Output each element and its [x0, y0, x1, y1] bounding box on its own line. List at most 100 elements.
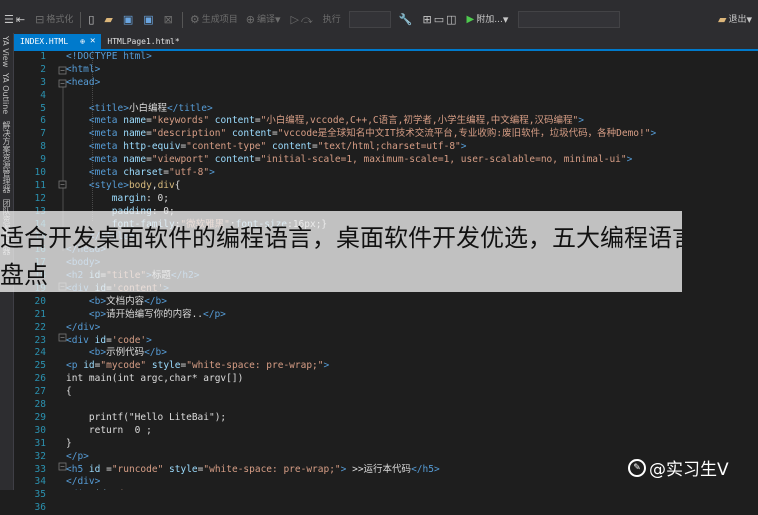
configuration-select[interactable]: [348, 11, 391, 28]
line-number: 2: [40, 63, 46, 75]
step-over-icon: ⤼: [301, 12, 313, 26]
code-line[interactable]: <style>body,div{: [66, 180, 758, 193]
run-button[interactable]: 执行: [319, 10, 345, 30]
run-label: 执行: [322, 14, 341, 25]
line-number: 30: [34, 424, 46, 436]
tools-button[interactable]: 🔧: [395, 10, 419, 30]
table-icon: ⊞: [422, 12, 432, 26]
code-line[interactable]: <html>: [66, 64, 758, 77]
split-icon: ◫: [446, 12, 457, 26]
code-line[interactable]: <p id="mycode" style="white-space: pre-w…: [66, 360, 758, 373]
code-line[interactable]: <b>示例代码</b>: [66, 347, 758, 360]
line-number: 31: [34, 437, 46, 449]
code-line[interactable]: margin: 0;: [66, 193, 758, 206]
code-line[interactable]: [66, 90, 758, 103]
new-file-button[interactable]: ▯: [84, 10, 100, 30]
watermark-logo-icon: ✎: [628, 458, 646, 477]
exit-button[interactable]: ▰ 退出 ▾: [714, 10, 758, 30]
attach-label: 附加...: [476, 14, 503, 25]
code-line[interactable]: {: [66, 386, 758, 399]
tab-htmlpage1[interactable]: HTMLPage1.html*: [101, 34, 185, 49]
line-number: 7: [40, 128, 46, 140]
line-number: 20: [34, 295, 46, 307]
chevron-down-icon: ▾: [502, 12, 509, 26]
line-number: 34: [34, 476, 46, 488]
code-line[interactable]: <meta http-equiv="content-type" content=…: [66, 141, 758, 154]
code-line[interactable]: return 0 ;: [66, 425, 758, 438]
window-icon: ▭: [433, 12, 445, 26]
save-all-icon: ▣: [143, 12, 154, 26]
chevron-down-icon: ▾: [275, 12, 281, 26]
line-number: 32: [34, 450, 46, 462]
line-number: 4: [40, 89, 46, 101]
line-number: 1: [40, 51, 46, 62]
compile-button[interactable]: ⊕ 编译 ▾: [242, 10, 287, 30]
line-number: 21: [34, 308, 46, 320]
document-tabs: INDEX.HTML ⊕ ✕ HTMLPage1.html*: [14, 33, 758, 49]
line-number: 33: [34, 463, 46, 475]
line-number: 36: [34, 502, 46, 514]
close-icon[interactable]: ✕: [90, 34, 95, 49]
side-tab-ya-outline[interactable]: YA Outline: [0, 70, 11, 117]
attach-button[interactable]: ▶ 附加... ▾: [463, 10, 515, 30]
code-line[interactable]: <meta name="description" content="vccode…: [66, 128, 758, 141]
article-title-banner: 适合开发桌面软件的编程语言，桌面软件开发优选，五大编程语言 盘点: [0, 211, 682, 292]
toolbar-extra-buttons[interactable]: ▷ ⤼: [287, 10, 319, 30]
code-line[interactable]: <p>请开始编写你的内容..</p>: [66, 309, 758, 322]
code-line[interactable]: int main(int argc,char* argv[]): [66, 373, 758, 386]
code-line[interactable]: <title>小白编程</title>: [66, 103, 758, 116]
line-number: 12: [34, 192, 46, 204]
code-line[interactable]: <head>: [66, 77, 758, 90]
target-select[interactable]: [518, 11, 621, 28]
code-line[interactable]: printf("Hello LiteBai");: [66, 412, 758, 425]
wrench-icon: 🔧: [398, 12, 413, 26]
save-button[interactable]: ▣: [119, 10, 139, 30]
code-line[interactable]: <!DOCTYPE html>: [66, 51, 758, 64]
line-number: 9: [40, 154, 46, 166]
save-all-button[interactable]: ▣: [139, 10, 159, 30]
play-icon: ▶: [466, 13, 475, 25]
compile-label: 编译: [257, 14, 276, 25]
build-label: 生成项目: [201, 14, 238, 25]
line-number: 3: [40, 76, 46, 88]
code-line[interactable]: <div id='code'>: [66, 335, 758, 348]
code-line[interactable]: </div>: [66, 322, 758, 335]
layout-buttons[interactable]: ⊞ ▭ ◫: [419, 10, 463, 30]
build-project-button[interactable]: ⚙ 生成项目: [186, 10, 242, 30]
code-line[interactable]: }: [66, 438, 758, 451]
pin-icon[interactable]: ⊕: [80, 34, 85, 49]
code-line[interactable]: <meta name="viewport" content="initial-s…: [66, 154, 758, 167]
toolbar: ☰ ⇤ ⊟ 格式化 ▯ ▰ ▣ ▣ ⊠ ⚙ 生成项目 ⊕ 编译 ▾ ▷ ⤼ 执行 🔧 ⊞ ▭ ◫…: [0, 6, 758, 33]
code-line[interactable]: <b>文档内容</b>: [66, 296, 758, 309]
toolbar-separator: [80, 11, 82, 28]
line-number: 28: [34, 399, 46, 411]
close-doc-button[interactable]: ⊠: [160, 10, 179, 30]
line-number: 23: [34, 334, 46, 346]
line-number: 24: [34, 347, 46, 359]
tab-index-html[interactable]: INDEX.HTML ⊕ ✕: [14, 34, 102, 49]
open-folder-button[interactable]: ▰: [100, 10, 118, 30]
watermark-text: @实习生V: [649, 460, 729, 480]
format-icon: ⊟: [35, 12, 45, 26]
exit-icon: ▰: [717, 12, 727, 26]
banner-title-line-2: 盘点: [0, 261, 48, 289]
side-tab-ya-view[interactable]: YA View: [0, 33, 11, 70]
line-number: 26: [34, 373, 46, 385]
list-icon: ☰: [4, 12, 14, 26]
close-icon: ⊠: [163, 12, 173, 26]
code-line[interactable]: <meta charset="utf-8">: [66, 167, 758, 180]
tab-label: HTMLPage1.html*: [107, 37, 180, 46]
gear-icon: ⚙: [189, 12, 200, 26]
chevron-down-icon: ▾: [746, 12, 752, 26]
folder-icon: ▰: [104, 12, 113, 26]
exit-label: 退出: [728, 14, 747, 25]
banner-title-line-1: 适合开发桌面软件的编程语言，桌面软件开发优选，五大编程语言: [0, 224, 682, 252]
side-tab-solution-explorer[interactable]: 解决方案资源管理器: [0, 118, 13, 196]
code-line[interactable]: <meta name="keywords" content="小白编程,vcco…: [66, 115, 758, 128]
toolbar-icon-group-1[interactable]: ☰ ⇤: [0, 10, 31, 30]
save-icon: ▣: [122, 12, 134, 26]
code-line[interactable]: [66, 399, 758, 412]
line-number: 8: [40, 141, 46, 153]
format-button[interactable]: ⊟ 格式化: [31, 10, 77, 30]
line-number: 11: [34, 179, 46, 191]
